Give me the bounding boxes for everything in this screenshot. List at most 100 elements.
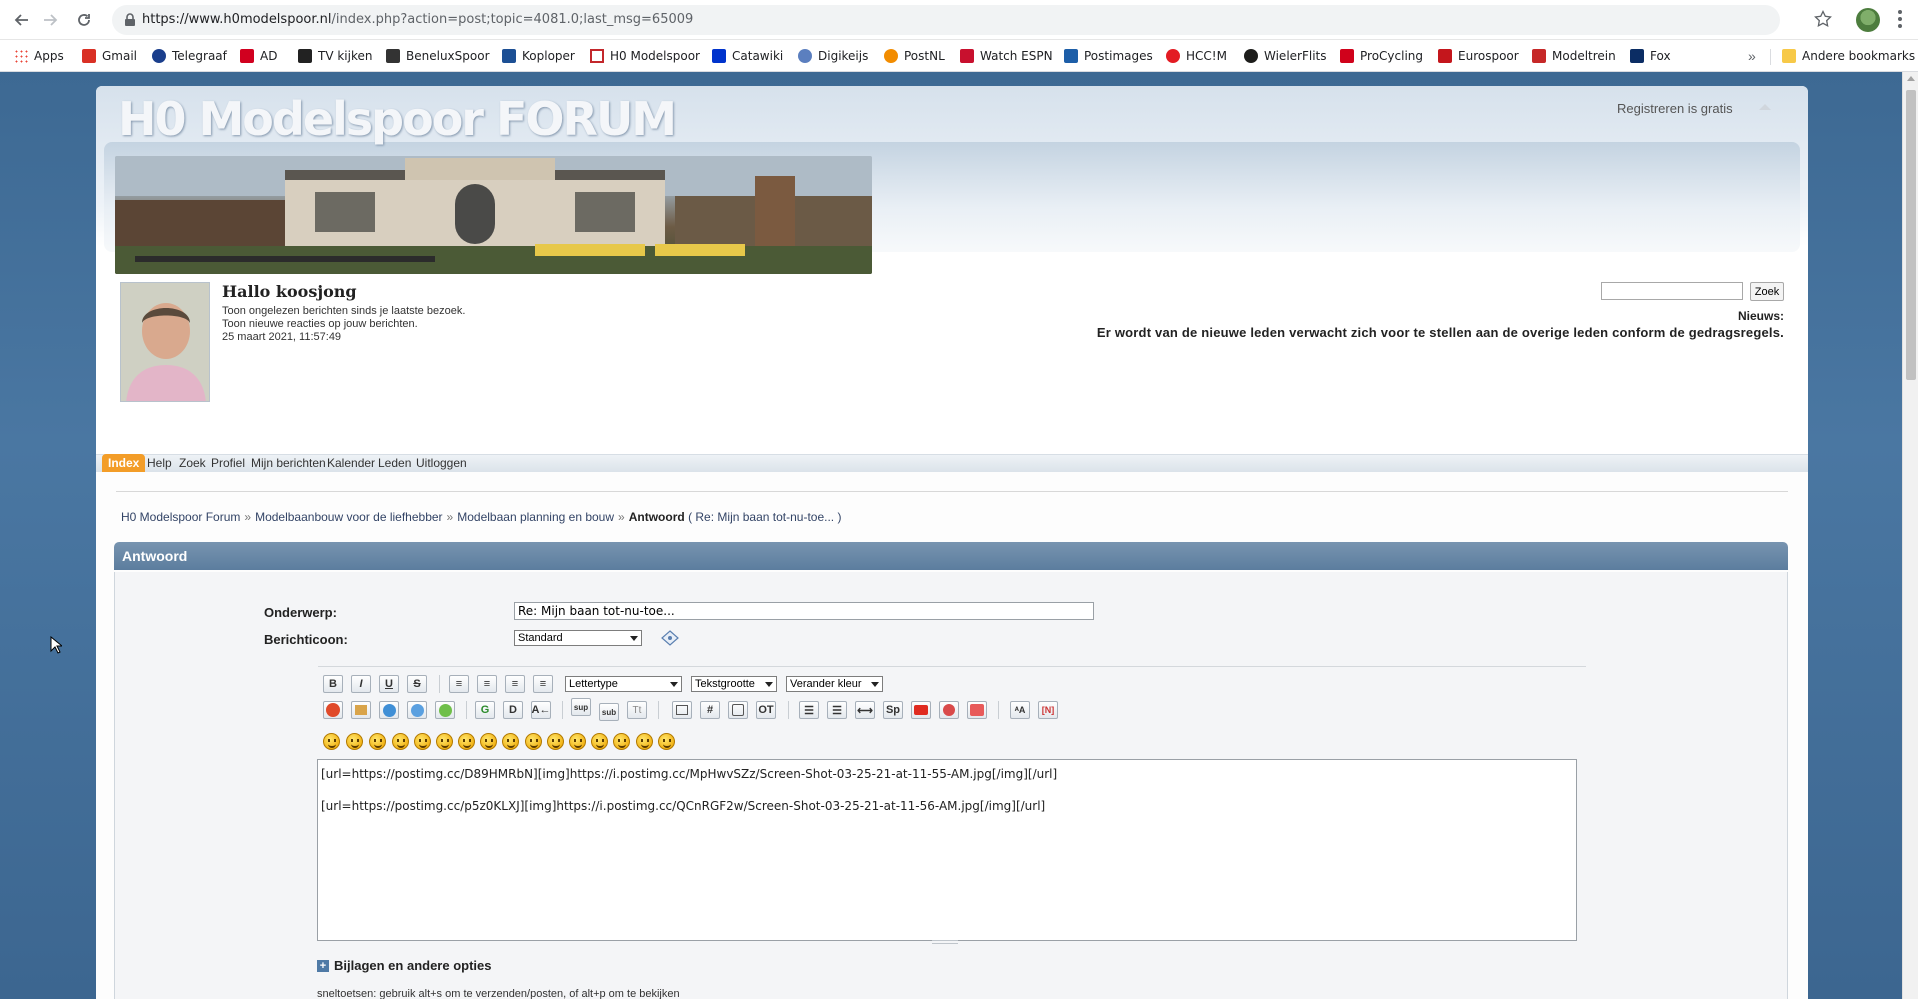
bookmark-other-folder[interactable]: Andere bookmarks [1782,47,1915,65]
photo-button[interactable] [967,701,987,719]
textarea-resize-handle[interactable] [932,940,958,944]
sad-smiley-icon[interactable] [436,733,453,750]
align-left-button[interactable]: ≡ [449,675,469,693]
page-scrollbar[interactable] [1902,72,1918,999]
back-button[interactable] [10,8,34,32]
table-button[interactable] [672,701,692,719]
scrollbar-thumb[interactable] [1906,90,1916,380]
bookmark-koploper[interactable]: Koploper [502,47,575,65]
underline-button[interactable]: U [379,675,399,693]
code-button[interactable]: # [700,701,720,719]
youtube-button[interactable] [911,701,931,719]
superscript-button[interactable]: sup [571,698,591,716]
attachments-toggle[interactable]: + Bijlagen en andere opties [317,958,492,973]
bookmark-telegraaf[interactable]: Telegraaf [152,47,227,65]
breadcrumb-item-board[interactable]: Modelbaan planning en bouw [457,510,614,524]
subject-input[interactable]: Re: Mijn baan tot-nu-toe... [514,602,1094,620]
cool-smiley-icon[interactable] [480,733,497,750]
forward-button[interactable] [38,8,62,32]
search-input[interactable] [1601,282,1743,300]
teletype-button[interactable]: Tt [627,701,647,719]
remove-format-button[interactable]: [N] [1038,701,1058,719]
chrome-menu-icon[interactable] [1898,10,1902,28]
image-button[interactable] [351,701,371,719]
kiss-smiley-icon[interactable] [636,733,653,750]
register-link[interactable]: Registreren is gratis [1617,101,1733,116]
breadcrumb-item-category[interactable]: Modelbaanbouw voor de liefhebber [255,510,442,524]
breadcrumb-item-forum[interactable]: H0 Modelspoor Forum [121,510,240,524]
move-button[interactable]: A← [531,701,551,719]
bookmarks-overflow-button[interactable]: » [1748,48,1756,64]
collapse-header-icon[interactable] [1759,104,1771,110]
bookmark-h0-modelspoor[interactable]: H0 Modelspoor [590,47,700,65]
menu-uitloggen[interactable]: Uitloggen [416,454,467,472]
flash-button[interactable] [323,701,343,719]
message-icon-select[interactable]: Standard [514,630,642,646]
spellcheck-button[interactable]: ᴬA [1010,701,1030,719]
spoiler-button[interactable]: Sp [883,701,903,719]
bookmark-apps[interactable]: Apps [14,47,64,65]
bookmark-tv-kijken[interactable]: TV kijken [298,47,372,65]
wink-smiley-icon[interactable] [346,733,363,750]
rolleyes-smiley-icon[interactable] [525,733,542,750]
scroll-up-icon[interactable] [1907,76,1915,81]
numbered-list-button[interactable]: ☰ [827,701,847,719]
ftp-button[interactable] [435,701,455,719]
address-bar[interactable]: https://www.h0modelspoor.nl/index.php?ac… [112,5,1780,35]
tongue-smiley-icon[interactable] [547,733,564,750]
quote-button[interactable] [728,701,748,719]
message-textarea[interactable]: [url=https://postimg.cc/D89HMRbN][img]ht… [317,759,1577,941]
menu-help[interactable]: Help [147,454,172,472]
video-button[interactable] [939,701,959,719]
offtopic-button[interactable]: OT [756,701,776,719]
bookmark-catawiki[interactable]: Catawiki [712,47,783,65]
bookmark-ad[interactable]: AD [240,47,277,65]
italic-button[interactable]: I [351,675,371,693]
bookmark-postimages[interactable]: Postimages [1064,47,1153,65]
shadow-button[interactable]: D [503,701,523,719]
link-button[interactable] [379,701,399,719]
menu-zoek[interactable]: Zoek [179,454,206,472]
font-color-select[interactable]: Verander kleur [786,676,883,692]
menu-leden[interactable]: Leden [378,454,411,472]
glow-button[interactable]: G [475,701,495,719]
menu-index[interactable]: Index [102,454,146,472]
profile-avatar[interactable] [1856,8,1880,32]
smiley-icon[interactable] [323,733,340,750]
undecided-smiley-icon[interactable] [613,733,630,750]
unread-link[interactable]: Toon ongelezen berichten sinds je laatst… [222,305,465,318]
font-select[interactable]: Lettertype [565,676,682,692]
forum-logo[interactable]: H0 Modelspoor FORUM [118,92,677,146]
lipsrsealed-smiley-icon[interactable] [591,733,608,750]
replies-link[interactable]: Toon nieuwe reacties op jouw berichten. [222,318,465,331]
bookmark-star-icon[interactable] [1814,10,1832,28]
breadcrumb-topic-link[interactable]: ( Re: Mijn baan tot-nu-toe... ) [688,510,841,524]
cry-smiley-icon[interactable] [658,733,675,750]
huh-smiley-icon[interactable] [502,733,519,750]
subscript-button[interactable]: sub [599,703,619,721]
align-right-button[interactable]: ≡ [533,675,553,693]
menu-kalender[interactable]: Kalender [327,454,375,472]
bookmark-wielerflits[interactable]: WielerFlits [1244,47,1327,65]
strikethrough-button[interactable]: S [407,675,427,693]
menu-mijn-berichten[interactable]: Mijn berichten [251,454,326,472]
horizontal-rule-button[interactable]: ⟷ [855,701,875,719]
align-center-button[interactable]: ≡ [505,675,525,693]
bullet-list-button[interactable]: ☰ [799,701,819,719]
reload-button[interactable] [72,8,96,32]
search-button[interactable]: Zoek [1750,282,1784,301]
avatar[interactable] [120,282,210,402]
grin-smiley-icon[interactable] [392,733,409,750]
align-justify-button[interactable]: ≡ [477,675,497,693]
bookmark-postnl[interactable]: PostNL [884,47,945,65]
bookmark-eurospoor[interactable]: Eurospoor [1438,47,1519,65]
bookmark-beneluxspoor[interactable]: BeneluxSpoor [386,47,490,65]
email-button[interactable] [407,701,427,719]
bookmark-watch-espn[interactable]: Watch ESPN [960,47,1053,65]
shocked-smiley-icon[interactable] [458,733,475,750]
bold-button[interactable]: B [323,675,343,693]
cheesy-smiley-icon[interactable] [369,733,386,750]
bookmark-fox[interactable]: Fox [1630,47,1671,65]
bookmark-modeltrein[interactable]: Modeltrein [1532,47,1616,65]
embarrassed-smiley-icon[interactable] [569,733,586,750]
